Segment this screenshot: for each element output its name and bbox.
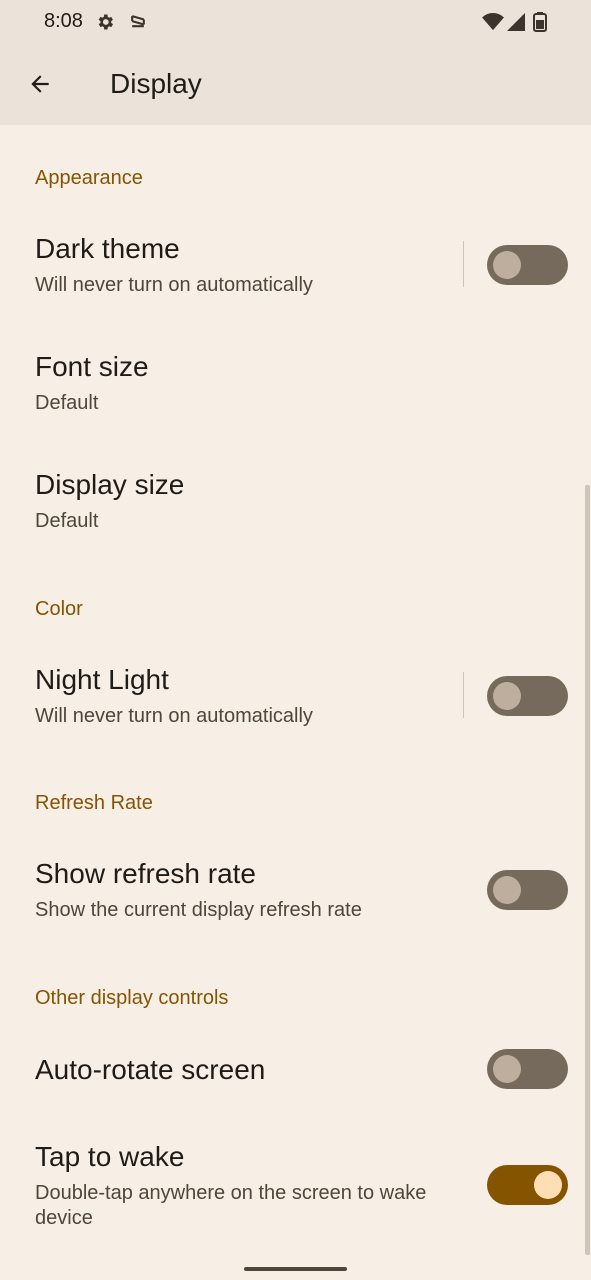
font-size-item[interactable]: Font size Default <box>0 338 591 438</box>
divider <box>463 241 464 287</box>
section-header-other: Other display controls <box>35 987 229 1009</box>
divider <box>463 672 464 718</box>
tap-to-wake-summary: Double-tap anywhere on the screen to wak… <box>35 1182 427 1229</box>
tap-to-wake-item[interactable]: Tap to wake Double-tap anywhere on the s… <box>0 1128 591 1248</box>
font-size-summary: Default <box>35 392 99 414</box>
tap-to-wake-title: Tap to wake <box>35 1141 185 1172</box>
show-refresh-rate-switch[interactable] <box>487 870 568 910</box>
section-header-color: Color <box>35 598 83 620</box>
dark-theme-switch[interactable] <box>487 245 568 285</box>
switch-thumb <box>493 1055 521 1083</box>
auto-rotate-title: Auto-rotate screen <box>35 1054 266 1085</box>
gear-icon <box>95 12 115 32</box>
display-size-summary: Default <box>35 510 99 532</box>
wifi-icon <box>482 12 504 32</box>
show-refresh-rate-item[interactable]: Show refresh rate Show the current displ… <box>0 845 591 945</box>
section-header-refresh-rate: Refresh Rate <box>35 792 153 814</box>
switch-thumb <box>493 876 521 904</box>
dark-theme-title: Dark theme <box>35 233 180 264</box>
arrow-back-icon <box>31 75 49 93</box>
night-light-switch[interactable] <box>487 676 568 716</box>
home-indicator[interactable] <box>244 1267 347 1271</box>
status-time: 8:08 <box>44 10 83 32</box>
status-bar: 8:08 <box>0 0 591 44</box>
auto-rotate-item[interactable]: Auto-rotate screen <box>0 1040 591 1110</box>
page-title: Display <box>110 68 202 99</box>
switch-thumb <box>493 251 521 279</box>
tap-to-wake-switch[interactable] <box>487 1165 568 1205</box>
battery-icon <box>533 12 547 32</box>
display-size-item[interactable]: Display size Default <box>0 456 591 556</box>
section-header-appearance: Appearance <box>35 167 143 189</box>
dark-theme-item[interactable]: Dark theme Will never turn on automatica… <box>0 220 591 320</box>
shield-icon <box>128 12 148 32</box>
display-size-title: Display size <box>35 469 185 500</box>
dark-theme-summary: Will never turn on automatically <box>35 274 313 296</box>
signal-icon <box>506 12 526 32</box>
switch-thumb <box>534 1171 562 1199</box>
auto-rotate-switch[interactable] <box>487 1049 568 1089</box>
night-light-title: Night Light <box>35 664 169 695</box>
scrollbar[interactable] <box>585 485 590 1255</box>
back-button[interactable] <box>20 64 60 104</box>
show-refresh-rate-title: Show refresh rate <box>35 858 256 889</box>
night-light-item[interactable]: Night Light Will never turn on automatic… <box>0 651 591 751</box>
app-bar: Display <box>0 44 591 125</box>
switch-thumb <box>493 682 521 710</box>
night-light-summary: Will never turn on automatically <box>35 705 313 727</box>
font-size-title: Font size <box>35 351 149 382</box>
show-refresh-rate-summary: Show the current display refresh rate <box>35 899 362 921</box>
